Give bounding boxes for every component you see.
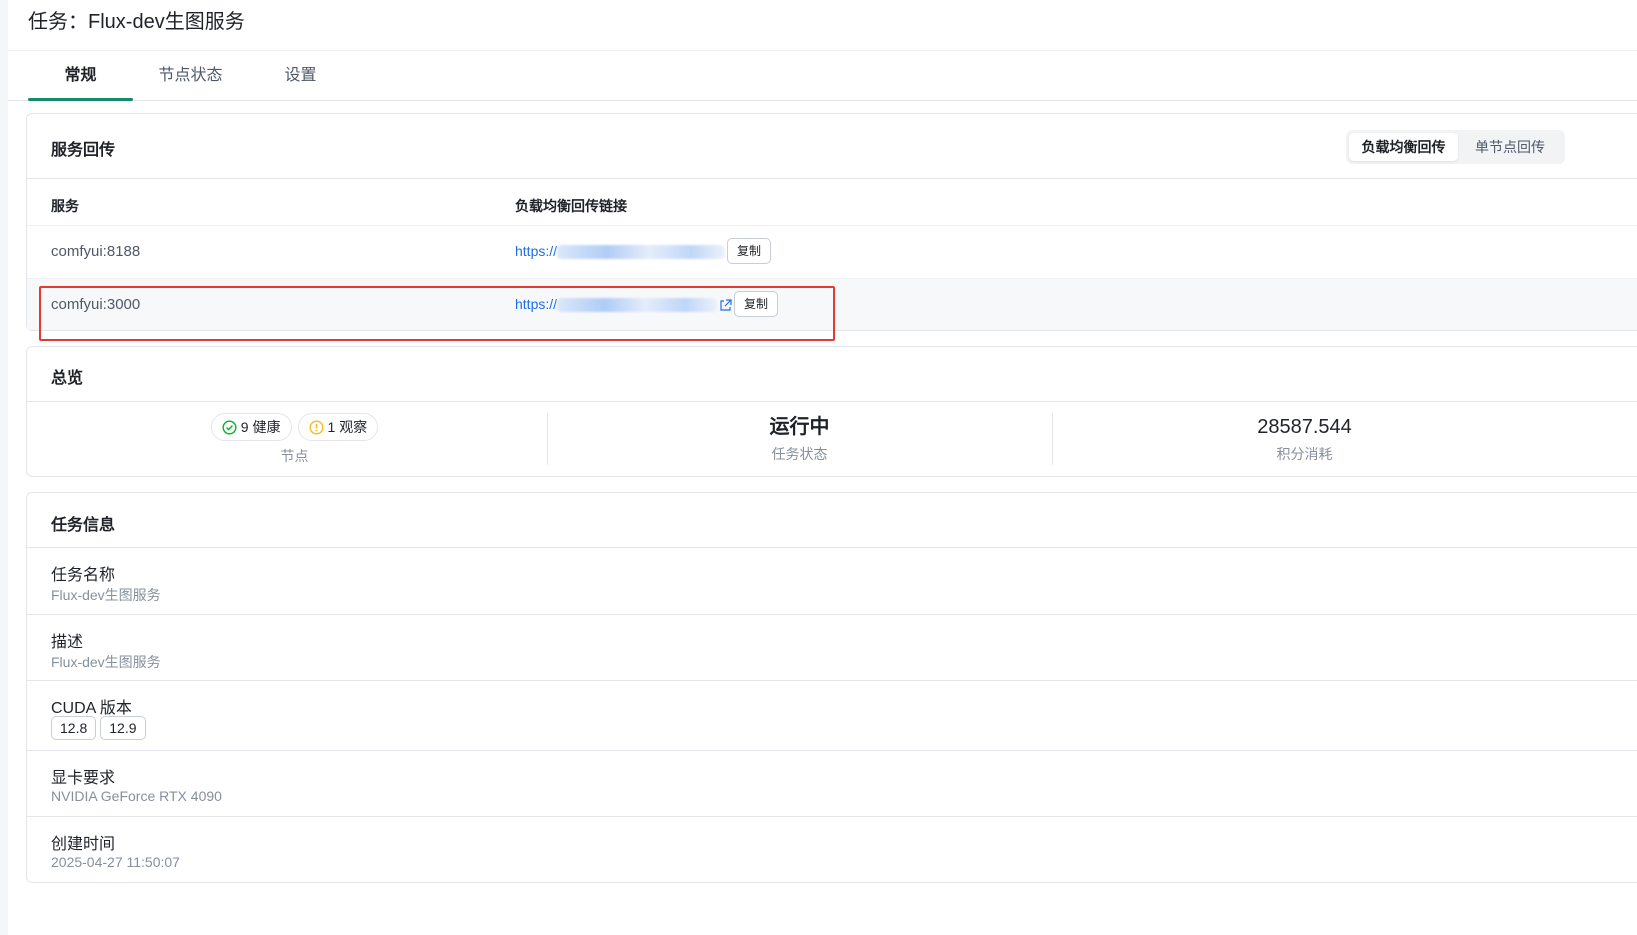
page-title: 任务：Flux-dev生图服务 [28,11,245,33]
card-title: 总览 [51,370,84,387]
divider [27,178,1637,179]
info-value: NVIDIA GeForce RTX 4090 [51,788,222,804]
info-task-name: 任务名称 Flux-dev生图服务 [27,548,1637,614]
tab-settings[interactable]: 设置 [248,51,353,101]
info-label: 任务名称 [51,567,116,584]
segment-load-balance[interactable]: 负载均衡回传 [1349,133,1458,161]
tab-node-status[interactable]: 节点状态 [138,51,243,101]
column-header-service: 服务 [51,198,79,214]
service-name: comfyui:8188 [51,243,141,260]
overview-task-status: 运行中 任务状态 [547,413,1052,465]
nodes-label: 节点 [280,448,309,464]
redacted-url [557,298,718,313]
redacted-url [557,245,726,260]
copy-button[interactable]: 复制 [734,291,779,317]
page: 任务：Flux-dev生图服务 常规 节点状态 设置 服务回传 负载均衡回传 单… [8,0,1637,935]
info-label: CUDA 版本 [51,700,132,717]
info-label: 显卡要求 [51,770,116,787]
cuda-version-tag: 12.8 [51,716,97,740]
info-gpu-requirement: 显卡要求 NVIDIA GeForce RTX 4090 [27,750,1637,816]
overview-credits: 28587.544 积分消耗 [1052,413,1557,465]
watch-nodes-pill[interactable]: 1 观察 [297,413,379,441]
tab-active-indicator [28,98,133,101]
service-return-card: 服务回传 负载均衡回传 单节点回传 服务 负载均衡回传链接 comfyui:81… [26,113,1637,331]
service-name: comfyui:3000 [51,296,141,313]
return-mode-segment: 负载均衡回传 单节点回传 [1346,130,1565,164]
info-value: Flux-dev生图服务 [51,587,161,603]
healthy-nodes-pill[interactable]: 9 健康 [210,413,292,441]
service-link[interactable]: https:// [515,243,726,260]
task-status-value: 运行中 [769,416,830,438]
card-title: 服务回传 [51,142,116,159]
overview-nodes: 9 健康 1 观察 节点 [42,413,547,465]
info-description: 描述 Flux-dev生图服务 [27,614,1637,680]
check-circle-icon [222,419,237,435]
table-row: comfyui:8188 https:// 复制 [27,225,1637,277]
cuda-tags: 12.8 12.9 [51,716,150,740]
info-cuda-version: CUDA 版本 12.8 12.9 [27,680,1637,750]
divider [27,401,1637,402]
card-title: 任务信息 [51,517,116,534]
task-info-card: 任务信息 任务名称 Flux-dev生图服务 描述 Flux-dev生图服务 C… [26,492,1637,883]
info-label: 描述 [51,634,84,651]
info-label: 创建时间 [51,836,116,853]
credits-label: 积分消耗 [1276,446,1333,462]
segment-single-node[interactable]: 单节点回传 [1458,133,1562,161]
info-value: Flux-dev生图服务 [51,654,161,670]
column-header-link: 负载均衡回传链接 [515,198,627,214]
task-status-label: 任务状态 [771,446,828,462]
info-value: 2025-04-27 11:50:07 [51,854,180,870]
credits-value: 28587.544 [1257,416,1352,438]
service-link[interactable]: https:// [515,296,732,313]
table-row: comfyui:3000 https:// 复制 [27,278,1637,330]
info-circle-icon [308,419,324,435]
info-created-time: 创建时间 2025-04-27 11:50:07 [27,816,1637,882]
tab-general[interactable]: 常规 [28,51,133,101]
copy-button[interactable]: 复制 [727,238,772,264]
cuda-version-tag: 12.9 [100,716,146,740]
tab-bar: 常规 节点状态 设置 [8,50,1637,101]
external-link-icon [720,299,732,311]
overview-card: 总览 9 健康 1 观察 节点 运行中 任务状态 28587.544 积分消耗 [26,346,1637,477]
